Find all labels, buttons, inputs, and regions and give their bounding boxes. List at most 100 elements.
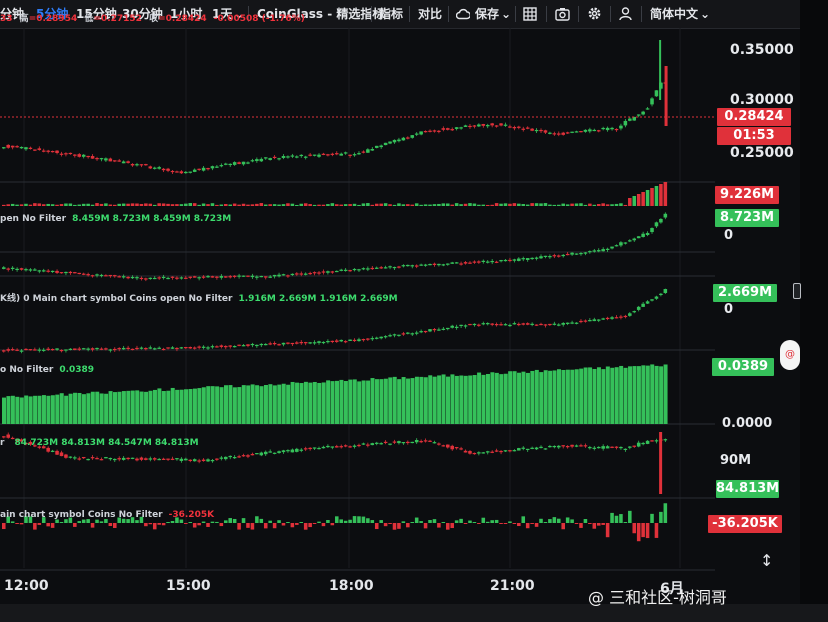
ratio-bar	[64, 395, 69, 424]
price-candle	[303, 156, 308, 158]
price-candle	[19, 146, 24, 149]
ratio-bar	[152, 389, 157, 424]
cum-candle	[161, 458, 166, 460]
cum-candle	[224, 456, 228, 460]
oi-candle	[117, 276, 121, 278]
volume-bar	[654, 186, 659, 206]
compare-button[interactable]: 对比	[418, 5, 442, 23]
volume-bar	[95, 203, 99, 206]
oi-coin-candle	[623, 315, 628, 318]
ratio-bar	[161, 391, 166, 424]
volume-bar	[81, 203, 86, 206]
delta-bar	[414, 517, 419, 523]
cum-candle	[250, 453, 255, 456]
price-candle	[197, 168, 201, 170]
delta-bar	[472, 522, 477, 523]
indicators-button[interactable]: 指标	[379, 5, 403, 23]
price-candle	[636, 114, 641, 116]
ratio-zero-tick: 0.0000	[722, 416, 773, 431]
price-candle	[659, 40, 662, 100]
oi-coin-candle	[335, 340, 339, 342]
cum-candle	[406, 441, 410, 444]
ratio-pane-histogram	[2, 364, 668, 424]
ratio-bar	[583, 367, 588, 424]
ratio-bar	[255, 385, 260, 424]
camera-icon[interactable]	[555, 7, 570, 21]
user-icon[interactable]	[619, 7, 632, 21]
ratio-bar	[339, 379, 344, 424]
delta-bar	[552, 517, 557, 523]
oi-candle	[357, 269, 361, 271]
layout-grid-icon[interactable]	[523, 7, 537, 21]
volume-bar	[641, 192, 645, 206]
delta-bar	[539, 518, 543, 523]
save-dropdown-chevron-icon[interactable]: ⌄	[501, 5, 511, 23]
delta-bar	[481, 517, 486, 523]
scroll-handle[interactable]	[793, 283, 801, 299]
oi-coin-candle	[272, 343, 277, 345]
volume-bar	[397, 203, 401, 206]
volume-bar	[632, 196, 637, 206]
delta-bar	[135, 520, 139, 523]
volume-bar	[170, 204, 175, 206]
cum-candle	[81, 456, 86, 459]
volume-bar	[268, 204, 272, 206]
price-candle	[255, 159, 259, 162]
ratio-bar	[192, 388, 197, 424]
volume-bar	[481, 204, 486, 206]
cum-candle	[641, 442, 645, 445]
toolbar-divider	[371, 6, 372, 22]
volume-bar	[570, 203, 574, 206]
oi-candle	[428, 263, 432, 266]
ratio-bar	[477, 372, 482, 424]
oi-candle	[312, 272, 317, 274]
volume-bar	[659, 184, 663, 206]
ratio-bar	[343, 380, 348, 424]
oi-coin-candle	[370, 338, 375, 340]
price-candle	[86, 155, 90, 158]
price-candle	[388, 141, 392, 144]
toolbar-divider	[610, 6, 611, 22]
price-candle	[108, 158, 113, 162]
price-candle	[81, 154, 86, 157]
volume-bar	[41, 204, 46, 206]
language-dropdown-chevron-icon[interactable]: ⌄	[700, 5, 710, 23]
price-candle	[463, 125, 468, 127]
ratio-bar	[645, 365, 650, 424]
price-candle	[543, 130, 548, 133]
oi-coin-candle	[135, 347, 139, 350]
oi-candle	[179, 277, 184, 279]
oi-candle	[197, 277, 201, 279]
delta-bar	[383, 523, 388, 527]
ratio-bar	[410, 378, 415, 424]
volume-bar	[437, 203, 441, 206]
volume-bar	[192, 203, 197, 206]
price-candle	[28, 147, 33, 149]
cum-candle	[228, 455, 232, 458]
ratio-bar	[636, 366, 641, 424]
volume-bar	[663, 182, 668, 206]
gear-icon[interactable]	[587, 6, 602, 21]
oi-coin-candle	[663, 289, 668, 294]
volume-bar	[610, 204, 614, 206]
ratio-bar	[512, 371, 517, 424]
volume-bar	[139, 203, 144, 206]
oi-coin-candle	[215, 346, 219, 348]
cum-candle	[468, 451, 472, 454]
cum-candle	[77, 458, 82, 460]
oi-coin-candle	[459, 324, 463, 327]
language-selector[interactable]: 简体中文	[650, 5, 698, 23]
cum-candle	[614, 446, 619, 448]
oi-candle	[175, 277, 179, 279]
ratio-bar	[663, 364, 668, 424]
volume-bar	[530, 203, 534, 206]
delta-bar	[170, 521, 175, 523]
oi-candle	[348, 270, 352, 272]
volume-bar	[272, 204, 277, 206]
oi-candle	[508, 259, 512, 262]
price-tick-0.35: 0.35000	[730, 42, 794, 58]
price-candle	[477, 124, 481, 127]
volume-bar	[228, 204, 232, 206]
oi-coin-candle	[148, 347, 153, 349]
scale-drag-arrows-icon[interactable]: ↕	[760, 551, 773, 570]
